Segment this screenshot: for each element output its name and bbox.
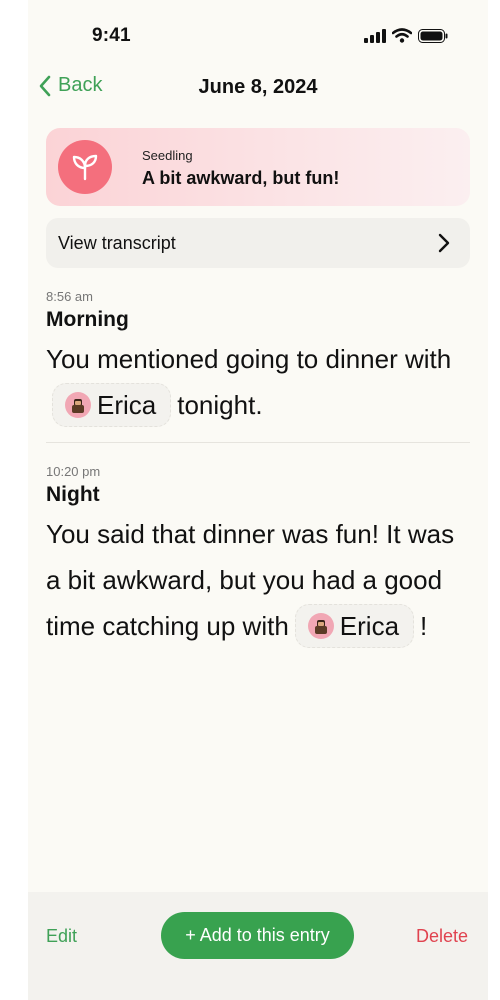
status-icons — [364, 28, 448, 43]
entry-label: Night — [46, 483, 100, 506]
screen: 9:41 Back June 8, 2024 Seedling A bit aw… — [28, 0, 488, 1000]
mood-badge — [58, 140, 112, 194]
entry-label: Morning — [46, 308, 129, 331]
transcript-label: View transcript — [58, 233, 176, 253]
add-to-entry-button[interactable]: + Add to this entry — [161, 912, 354, 959]
mood-kicker: Seedling — [142, 148, 193, 163]
mention-name: Erica — [97, 390, 157, 421]
mood-summary: A bit awkward, but fun! — [142, 168, 340, 188]
battery-icon — [418, 28, 448, 43]
delete-button[interactable]: Delete — [416, 926, 468, 947]
erica-avatar — [307, 613, 334, 640]
entry-morning: 8:56 am Morning You mentioned going to d… — [46, 289, 470, 429]
status-bar: 9:41 — [28, 0, 488, 70]
entry-text-end: ! — [420, 611, 428, 641]
mention-name: Erica — [339, 611, 400, 642]
person-avatar-icon — [72, 399, 84, 414]
view-transcript-button[interactable]: View transcript — [46, 218, 470, 268]
edit-button[interactable]: Edit — [46, 926, 77, 947]
entry-time: 8:56 am — [46, 289, 93, 304]
mention-chip-erica[interactable]: Erica — [52, 383, 172, 428]
navigation-bar: Back June 8, 2024 — [28, 66, 488, 110]
entry-text: You said that dinner was fun! It was a b… — [46, 511, 470, 650]
page-title: June 8, 2024 — [198, 76, 318, 98]
wifi-icon — [392, 28, 412, 43]
erica-avatar — [65, 392, 91, 419]
bottom-action-bar: Edit + Add to this entry Delete — [28, 892, 488, 1000]
sprout-icon — [72, 154, 98, 181]
entry-text-start: You mentioned going to dinner with — [46, 344, 452, 374]
entry-night: 10:20 pm Night You said that dinner was … — [46, 464, 470, 650]
entry-text-end: tonight. — [177, 390, 263, 420]
status-time: 9:41 — [92, 25, 131, 46]
chevron-right-icon — [438, 233, 450, 253]
entry-time: 10:20 pm — [46, 464, 101, 479]
mood-card: Seedling A bit awkward, but fun! — [46, 128, 470, 206]
cellular-signal-icon — [364, 28, 386, 43]
entry-text: You mentioned going to dinner with Erica t… — [46, 336, 470, 429]
person-avatar-icon — [314, 620, 327, 635]
entry-divider — [46, 442, 470, 443]
mention-chip-erica[interactable]: Erica — [294, 604, 415, 649]
